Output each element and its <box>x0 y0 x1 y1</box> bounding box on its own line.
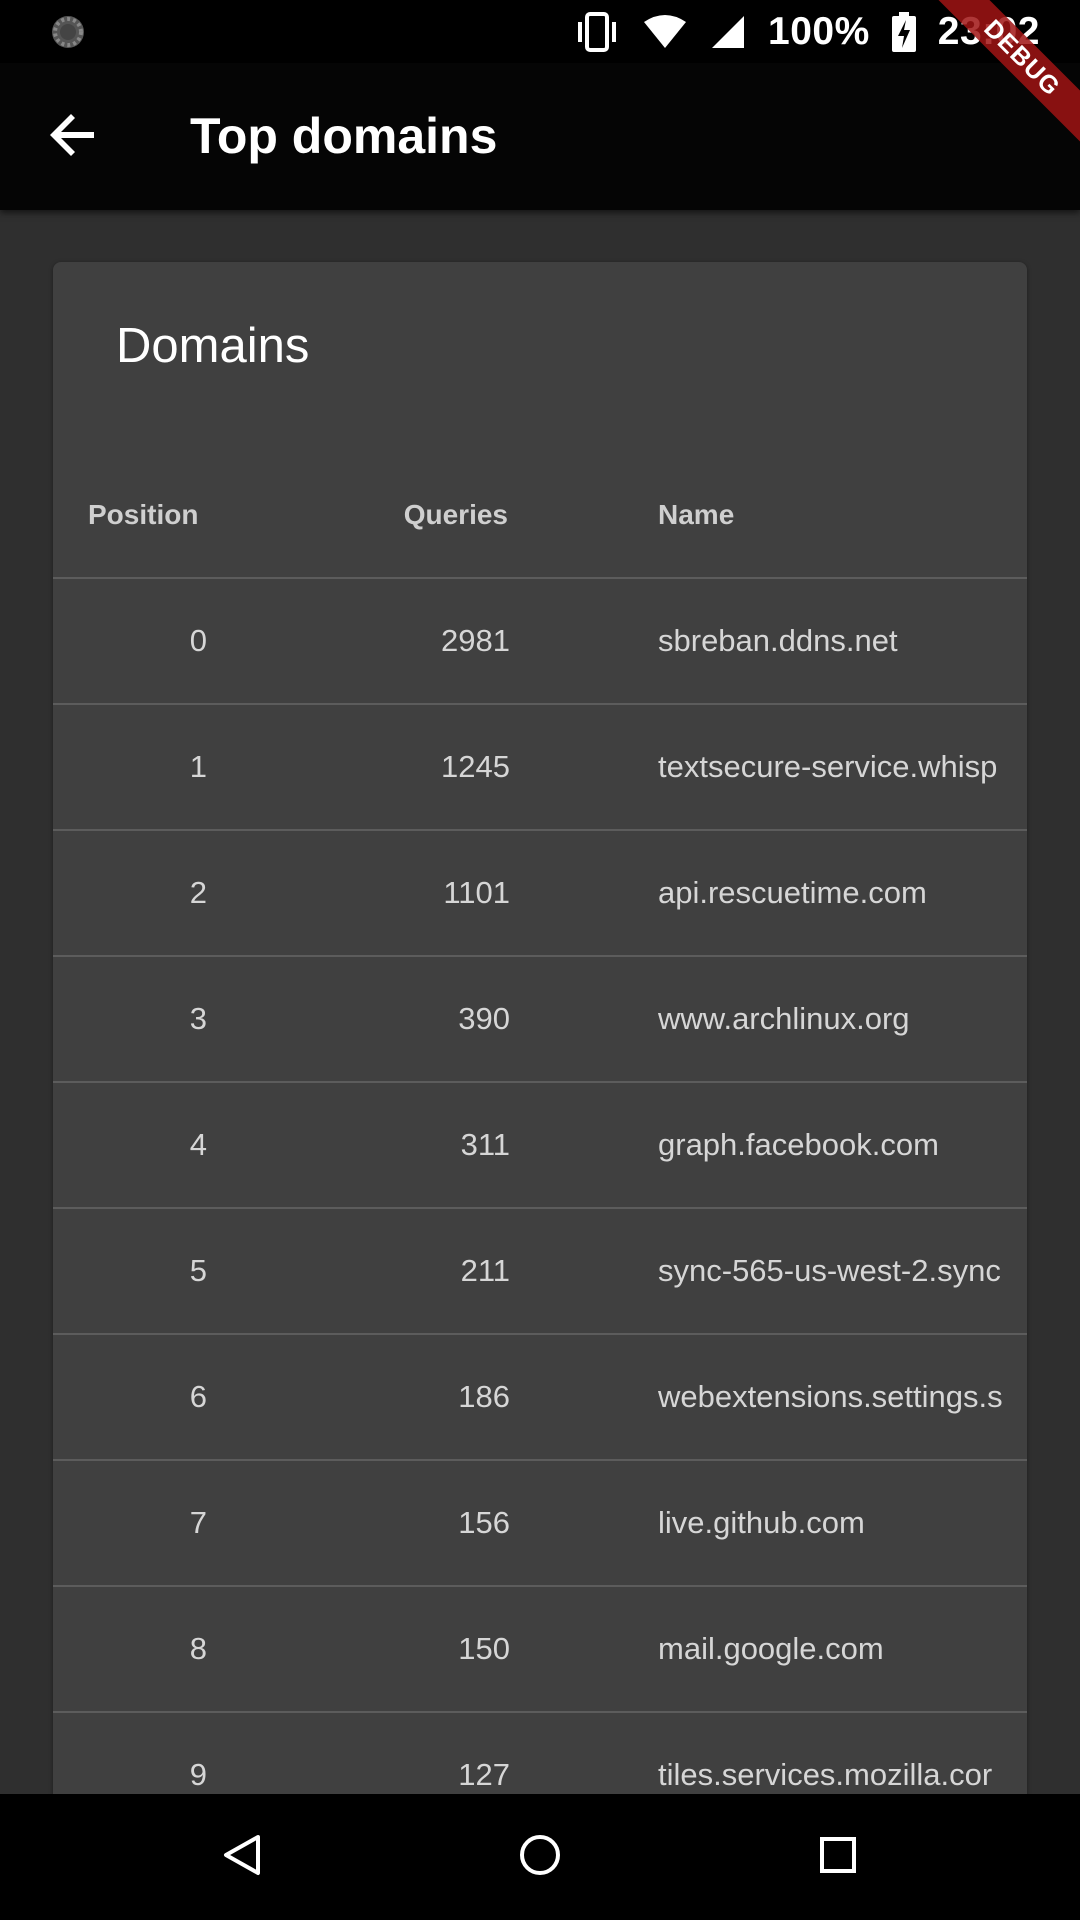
cell-queries: 2981 <box>441 623 510 658</box>
cell-name: webextensions.settings.s <box>658 1379 1003 1414</box>
cell-position: 4 <box>189 1127 207 1162</box>
table-row[interactable]: 1 1245 textsecure-service.whisp <box>53 705 1027 831</box>
battery-charging-icon <box>891 12 916 52</box>
cell-name: www.archlinux.org <box>658 1001 910 1036</box>
cell-queries: 186 <box>458 1379 510 1414</box>
cell-queries: 211 <box>460 1253 510 1288</box>
cell-queries: 311 <box>460 1127 510 1162</box>
cell-queries: 156 <box>458 1505 510 1540</box>
cell-name: mail.google.com <box>658 1631 884 1666</box>
back-button[interactable] <box>36 100 110 174</box>
vibrate-icon <box>574 12 620 52</box>
column-header-position[interactable]: Position <box>88 452 198 577</box>
cell-position: 7 <box>189 1505 207 1540</box>
table-row[interactable]: 0 2981 sbreban.ddns.net <box>53 579 1027 705</box>
cell-position: 1 <box>189 749 207 784</box>
cell-position: 0 <box>189 623 207 658</box>
cell-position: 2 <box>189 875 207 910</box>
table-row[interactable]: 5 211 sync-565-us-west-2.sync <box>53 1209 1027 1335</box>
cell-position: 6 <box>189 1379 207 1414</box>
cell-queries: 1245 <box>441 749 510 784</box>
cell-position: 8 <box>189 1631 207 1666</box>
nav-recents-icon <box>818 1835 858 1880</box>
nav-back-button[interactable] <box>212 1827 272 1887</box>
app-bar: Top domains <box>0 63 1080 210</box>
table-row[interactable]: 6 186 webextensions.settings.s <box>53 1335 1027 1461</box>
clock: 23:02 <box>937 10 1040 53</box>
wifi-icon <box>642 14 688 50</box>
arrow-back-icon <box>50 112 96 163</box>
cell-name: live.github.com <box>658 1505 865 1540</box>
domains-card: Domains Position Queries Name 0 2981 sbr… <box>53 262 1027 1822</box>
column-header-name[interactable]: Name <box>658 452 734 577</box>
cell-queries: 390 <box>458 1001 510 1036</box>
table-row[interactable]: 8 150 mail.google.com <box>53 1587 1027 1713</box>
nav-recents-button[interactable] <box>808 1827 868 1887</box>
status-bar: 100% 23:02 <box>0 0 1080 63</box>
table-row[interactable]: 7 156 live.github.com <box>53 1461 1027 1587</box>
system-nav-bar <box>0 1794 1080 1920</box>
battery-percent: 100% <box>768 10 870 53</box>
loading-spinner-icon <box>50 14 86 50</box>
column-header-queries[interactable]: Queries <box>300 452 508 577</box>
card-title: Domains <box>116 319 310 373</box>
nav-home-icon <box>518 1833 562 1882</box>
cell-position: 5 <box>189 1253 207 1288</box>
cell-signal-icon <box>710 14 746 50</box>
table-row[interactable]: 3 390 www.archlinux.org <box>53 957 1027 1083</box>
cell-queries: 1101 <box>443 875 510 910</box>
table-row[interactable]: 4 311 graph.facebook.com <box>53 1083 1027 1209</box>
cell-name: graph.facebook.com <box>658 1127 939 1162</box>
table-header: Position Queries Name <box>53 452 1027 579</box>
page-title: Top domains <box>190 108 498 164</box>
cell-name: sync-565-us-west-2.sync <box>658 1253 1001 1288</box>
table-row[interactable]: 2 1101 api.rescuetime.com <box>53 831 1027 957</box>
cell-name: textsecure-service.whisp <box>658 749 998 784</box>
cell-queries: 150 <box>458 1631 510 1666</box>
nav-back-icon <box>222 1833 262 1882</box>
table-body: 0 2981 sbreban.ddns.net 1 1245 textsecur… <box>53 579 1027 1822</box>
nav-home-button[interactable] <box>510 1827 570 1887</box>
cell-position: 3 <box>189 1001 207 1036</box>
cell-name: api.rescuetime.com <box>658 875 927 910</box>
cell-name: sbreban.ddns.net <box>658 623 898 658</box>
